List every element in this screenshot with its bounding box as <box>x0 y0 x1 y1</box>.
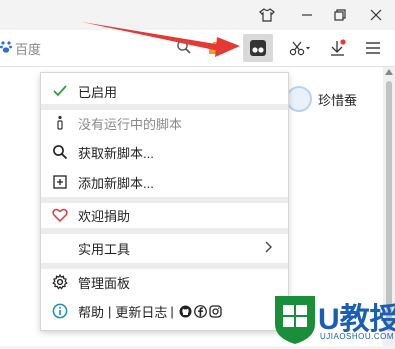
facebook-icon[interactable] <box>193 304 207 318</box>
menu-item-enabled[interactable]: 已启用 <box>41 80 288 102</box>
menu-item-help-row: 帮助 | 更新日志 | <box>41 300 288 322</box>
menu-item-dashboard[interactable]: 管理面板 <box>41 271 288 293</box>
menu-item-no-running-scripts: 没有运行中的脚本 <box>41 112 288 134</box>
info-i-icon <box>52 115 68 131</box>
menu-item-add-new-script[interactable]: 添加新脚本... <box>41 171 288 193</box>
chevron-right-icon <box>264 240 272 256</box>
menu-separator <box>41 104 288 110</box>
menu-item-donate[interactable]: 欢迎捐助 <box>41 204 288 226</box>
changelog-link[interactable]: 更新日志 <box>115 302 167 321</box>
instagram-icon[interactable] <box>209 304 222 318</box>
menu-item-label: 获取新脚本... <box>78 145 154 161</box>
tampermonkey-menu: 已启用 没有运行中的脚本 获取新脚本... 添加新脚本... 欢迎捐助 实用工具 <box>40 72 289 331</box>
divider-text: | <box>108 303 112 319</box>
menu-separator <box>41 197 288 203</box>
heart-icon <box>52 207 68 223</box>
menu-item-label: 已启用 <box>78 84 118 100</box>
divider-text: | <box>170 303 174 319</box>
github-icon[interactable] <box>179 305 192 318</box>
info-circle-icon <box>52 303 68 319</box>
search-icon <box>52 144 68 160</box>
watermark-logo: U教授 UJIAOSHOU.COM <box>272 292 395 346</box>
menu-separator <box>41 228 288 234</box>
plus-square-icon <box>52 174 68 190</box>
gear-icon <box>52 274 68 290</box>
menu-item-utilities[interactable]: 实用工具 <box>41 237 288 259</box>
menu-item-label: 欢迎捐助 <box>78 208 131 224</box>
menu-item-label: 管理面板 <box>78 275 131 291</box>
help-link[interactable]: 帮助 <box>78 302 104 321</box>
watermark-url: UJIAOSHOU.COM <box>320 332 395 341</box>
menu-item-get-new-script[interactable]: 获取新脚本... <box>41 141 288 163</box>
menu-item-label: 没有运行中的脚本 <box>78 116 183 132</box>
menu-separator <box>41 263 288 269</box>
check-icon <box>52 83 68 99</box>
menu-item-label: 添加新脚本... <box>78 175 154 191</box>
menu-item-label: 实用工具 <box>78 241 131 257</box>
